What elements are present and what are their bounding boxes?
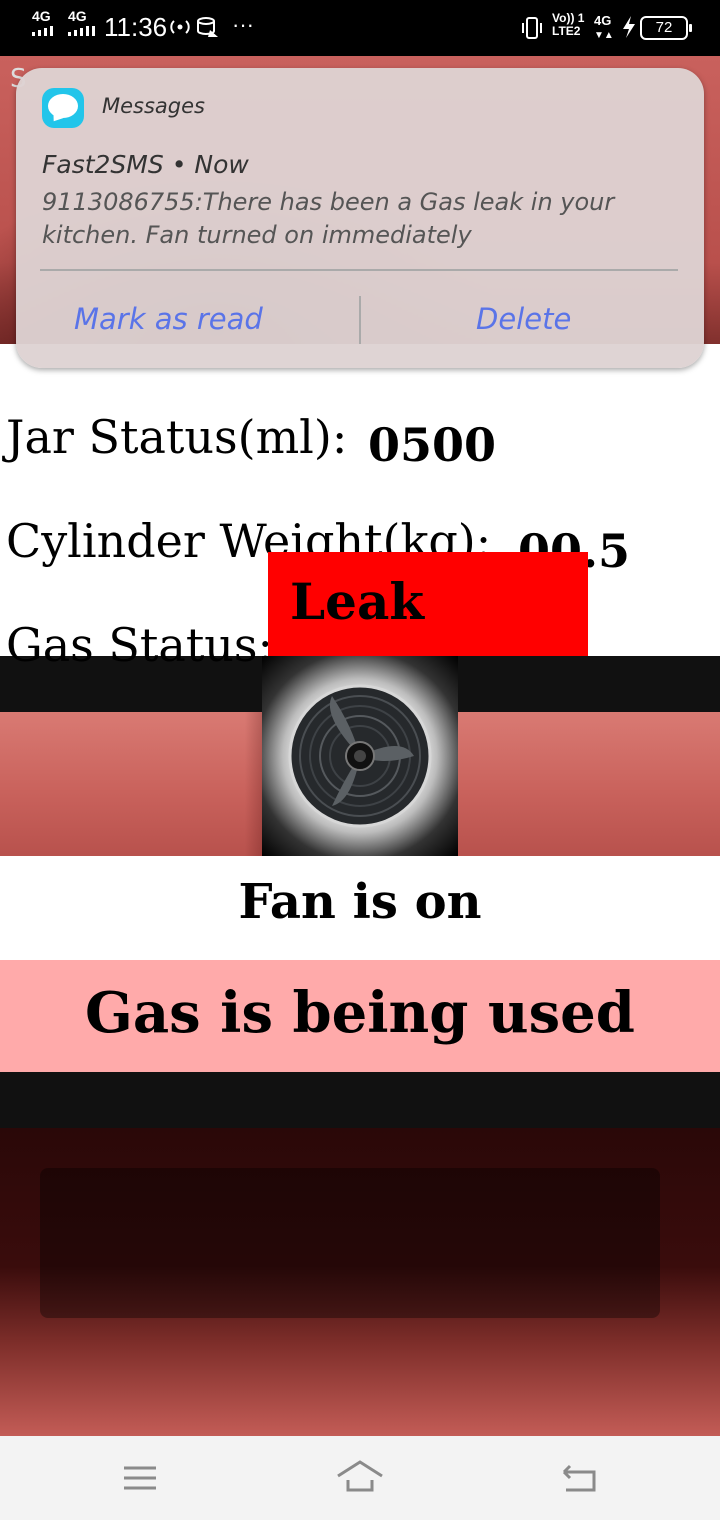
delete-button[interactable]: Delete	[476, 302, 571, 336]
menu-icon	[124, 1466, 156, 1490]
messages-app-icon	[42, 88, 84, 128]
more-notifications-icon: ···	[232, 12, 254, 37]
signal-bars-icon	[32, 26, 53, 36]
fan-image	[262, 656, 458, 856]
fan-status-text: Fan is on	[238, 874, 482, 930]
kitchen-photo-bottom	[0, 1128, 720, 1436]
charging-icon	[623, 16, 635, 38]
volte-label: Vo)) 1	[552, 11, 585, 25]
battery-indicator: 72	[640, 16, 692, 40]
data-arrows-icon: ▼▲	[594, 30, 614, 41]
status-bar: 4G 4G 11:36 ··· Vo)) 1 LTE2 4G ▼▲ 72	[0, 0, 720, 56]
gas-usage-text: Gas is being used	[85, 980, 635, 1046]
notification-divider	[40, 269, 678, 271]
network-label-3: 4G	[594, 13, 612, 28]
notification-app-name: Messages	[102, 94, 205, 118]
lte2-label: LTE2	[552, 24, 581, 38]
jar-status-value: 0500	[368, 418, 497, 472]
gas-status-label: Gas Status:	[6, 618, 274, 672]
gas-status-value: Leak	[290, 572, 425, 631]
home-icon	[337, 1460, 383, 1492]
signal-bars-icon	[68, 26, 95, 36]
notification-sender: Fast2SMS • Now	[42, 150, 249, 179]
notification-message: 9113086755:There has been a Gas leak in …	[42, 188, 615, 249]
navigation-bar	[0, 1436, 720, 1520]
gas-status-badge: Leak	[268, 552, 588, 656]
back-icon	[562, 1464, 596, 1492]
data-saver-icon	[197, 17, 218, 37]
back-button[interactable]	[550, 1456, 610, 1500]
network-indicator-1: 4G	[32, 8, 54, 36]
network-label-1: 4G	[32, 8, 51, 24]
hotspot-icon	[170, 20, 190, 34]
mark-as-read-button[interactable]: Mark as read	[74, 302, 263, 336]
fan-icon	[288, 684, 432, 828]
home-button[interactable]	[330, 1456, 390, 1500]
network-indicator-2: 4G	[68, 8, 96, 36]
sms-notification[interactable]: Messages Fast2SMS • Now 9113086755:There…	[16, 68, 704, 368]
volte-indicator: Vo)) 1 LTE2	[552, 12, 584, 38]
network-indicator-3: 4G ▼▲	[594, 14, 614, 42]
action-divider	[359, 296, 361, 344]
jar-status-label: Jar Status(ml):	[6, 410, 348, 464]
menu-button[interactable]	[110, 1456, 170, 1500]
status-time: 11:36	[104, 12, 168, 42]
network-label-2: 4G	[68, 8, 87, 24]
vibrate-icon	[522, 17, 542, 39]
